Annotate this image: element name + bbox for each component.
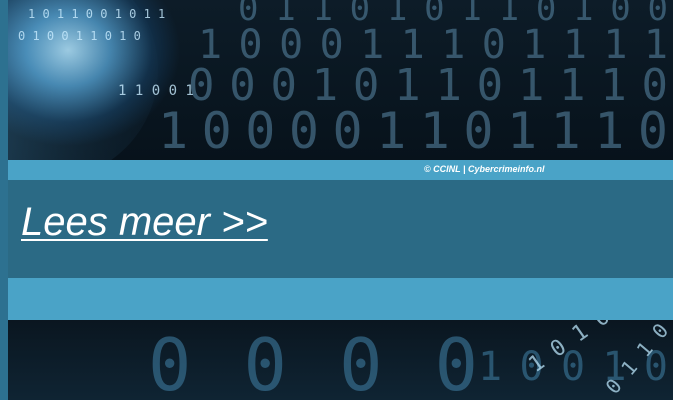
svg-text:0 0 0 0: 0 0 0 0 [148, 323, 478, 400]
read-more-section: Lees meer >> [8, 180, 673, 276]
image-caption-bar: © CCINL | Cybercrimeinfo.nl [8, 160, 673, 180]
divider-bar [8, 278, 673, 320]
read-more-link[interactable]: Lees meer >> [21, 200, 268, 245]
svg-text:1 0 0 0 0 1 1 0 1 1 1 0: 1 0 0 0 0 1 1 0 1 1 1 0 [158, 102, 668, 160]
svg-text:1 1 0 0 1: 1 1 0 0 1 [118, 83, 194, 99]
binary-code-image-icon: 0 0 0 0 1 0 0 1 0 1 0 1 0 0 1 1 0 [148, 320, 673, 400]
hero-image-top: 0 1 1 0 1 0 1 1 0 1 0 0 1 0 0 0 1 1 1 0 … [8, 0, 673, 160]
news-item-page: 0 1 1 0 1 0 1 1 0 1 0 0 1 0 0 0 1 1 1 0 … [0, 0, 673, 400]
image-caption: © CCINL | Cybercrimeinfo.nl [424, 164, 545, 174]
svg-text:1 0 1 1 0 0 1 0 1 1: 1 0 1 1 0 0 1 0 1 1 [28, 7, 165, 21]
binary-code-image-icon: 0 1 1 0 1 0 1 1 0 1 0 0 1 0 0 0 1 1 1 0 … [8, 0, 668, 160]
svg-text:0 1 0 0 1 1 0 1 0: 0 1 0 0 1 1 0 1 0 [18, 29, 141, 43]
left-border-strip [0, 0, 8, 400]
hero-image-bottom: 0 0 0 0 1 0 0 1 0 1 0 1 0 0 1 1 0 [8, 320, 673, 400]
